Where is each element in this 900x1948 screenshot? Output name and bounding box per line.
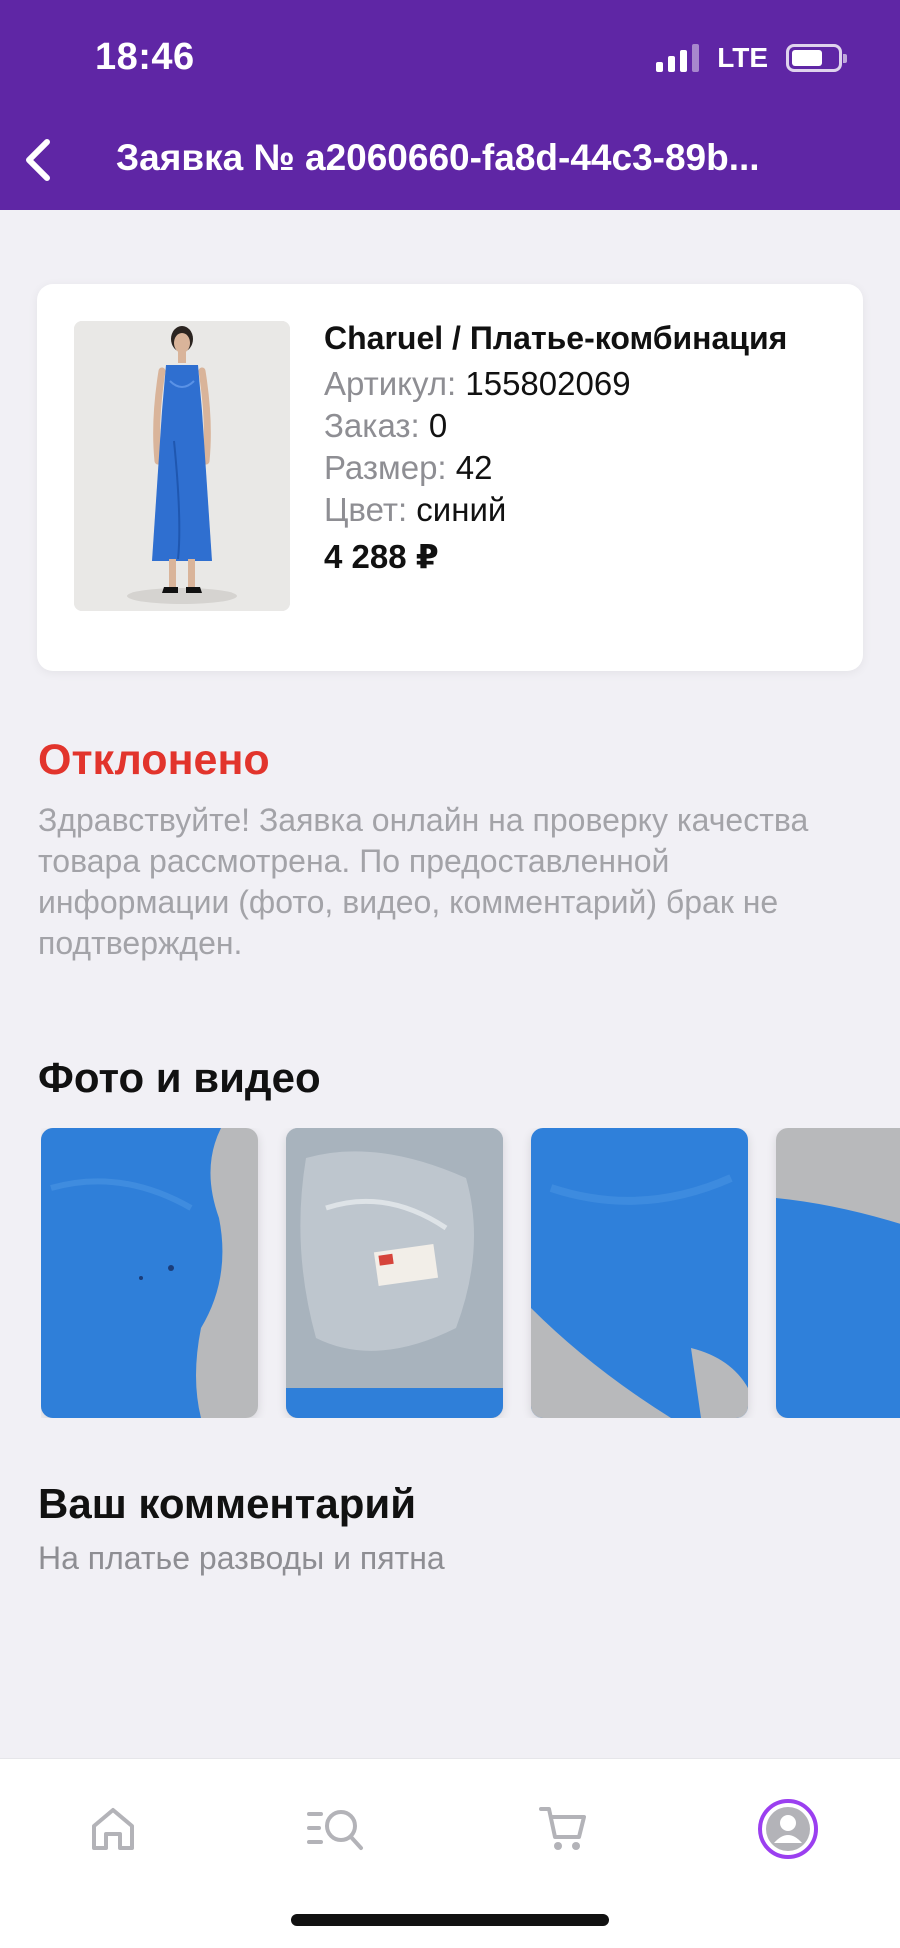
article-label: Артикул: — [324, 365, 457, 402]
page-title: Заявка № a2060660-fa8d-44c3-89b... — [116, 137, 760, 178]
media-thumbnail[interactable] — [41, 1128, 258, 1418]
comment-section-title: Ваш комментарий — [38, 1480, 417, 1527]
fabric-photo — [41, 1128, 258, 1418]
signal-icon — [656, 44, 700, 72]
tab-profile[interactable] — [743, 1789, 833, 1869]
color-value: синий — [416, 491, 507, 528]
product-card[interactable]: Charuel / Платье-комбинация Артикул: 155… — [37, 284, 863, 671]
article-row: Артикул: 155802069 — [324, 363, 844, 405]
claim-message: Здравствуйте! Заявка онлайн на проверку … — [38, 802, 809, 961]
color-row: Цвет: синий — [324, 489, 844, 531]
app-header: 18:46 LTE Заявка № a2060660-fa8d-44c3-89… — [0, 0, 900, 210]
media-gallery[interactable] — [41, 1128, 900, 1418]
product-name: Charuel / Платье-комбинация — [324, 320, 788, 356]
package-photo — [286, 1128, 503, 1418]
network-type: LTE — [717, 42, 768, 73]
fabric-photo — [531, 1128, 748, 1418]
comment-text: На платье разводы и пятна — [38, 1540, 445, 1576]
home-indicator — [291, 1914, 609, 1926]
color-label: Цвет: — [324, 491, 408, 528]
tab-home[interactable] — [68, 1789, 158, 1869]
dress-photo — [74, 321, 290, 611]
size-label: Размер: — [324, 449, 447, 486]
chevron-left-icon — [26, 139, 50, 181]
tab-cart[interactable] — [518, 1789, 608, 1869]
size-row: Размер: 42 — [324, 447, 844, 489]
catalog-search-icon — [307, 1810, 363, 1850]
article-value: 155802069 — [465, 365, 631, 402]
cart-icon — [539, 1807, 586, 1850]
tab-catalog[interactable] — [292, 1789, 382, 1869]
profile-icon — [758, 1799, 818, 1859]
product-info: Charuel / Платье-комбинация Артикул: 155… — [324, 318, 844, 576]
order-value: 0 — [428, 407, 448, 444]
order-row: Заказ: 0 — [324, 405, 844, 447]
back-button[interactable] — [16, 134, 60, 186]
status-time: 18:46 — [95, 36, 195, 78]
media-section-title: Фото и видео — [38, 1054, 321, 1101]
media-thumbnail[interactable] — [531, 1128, 748, 1418]
media-thumbnail[interactable] — [776, 1128, 900, 1418]
fabric-photo — [776, 1128, 900, 1418]
size-value: 42 — [455, 449, 493, 486]
order-label: Заказ: — [324, 407, 420, 444]
media-thumbnail[interactable] — [286, 1128, 503, 1418]
battery-icon — [786, 44, 847, 72]
product-price: 4 288 ₽ — [324, 538, 439, 575]
claim-status: Отклонено — [38, 736, 270, 784]
status-indicators: LTE — [656, 42, 847, 74]
home-icon — [92, 1808, 134, 1850]
product-image[interactable] — [74, 321, 290, 611]
